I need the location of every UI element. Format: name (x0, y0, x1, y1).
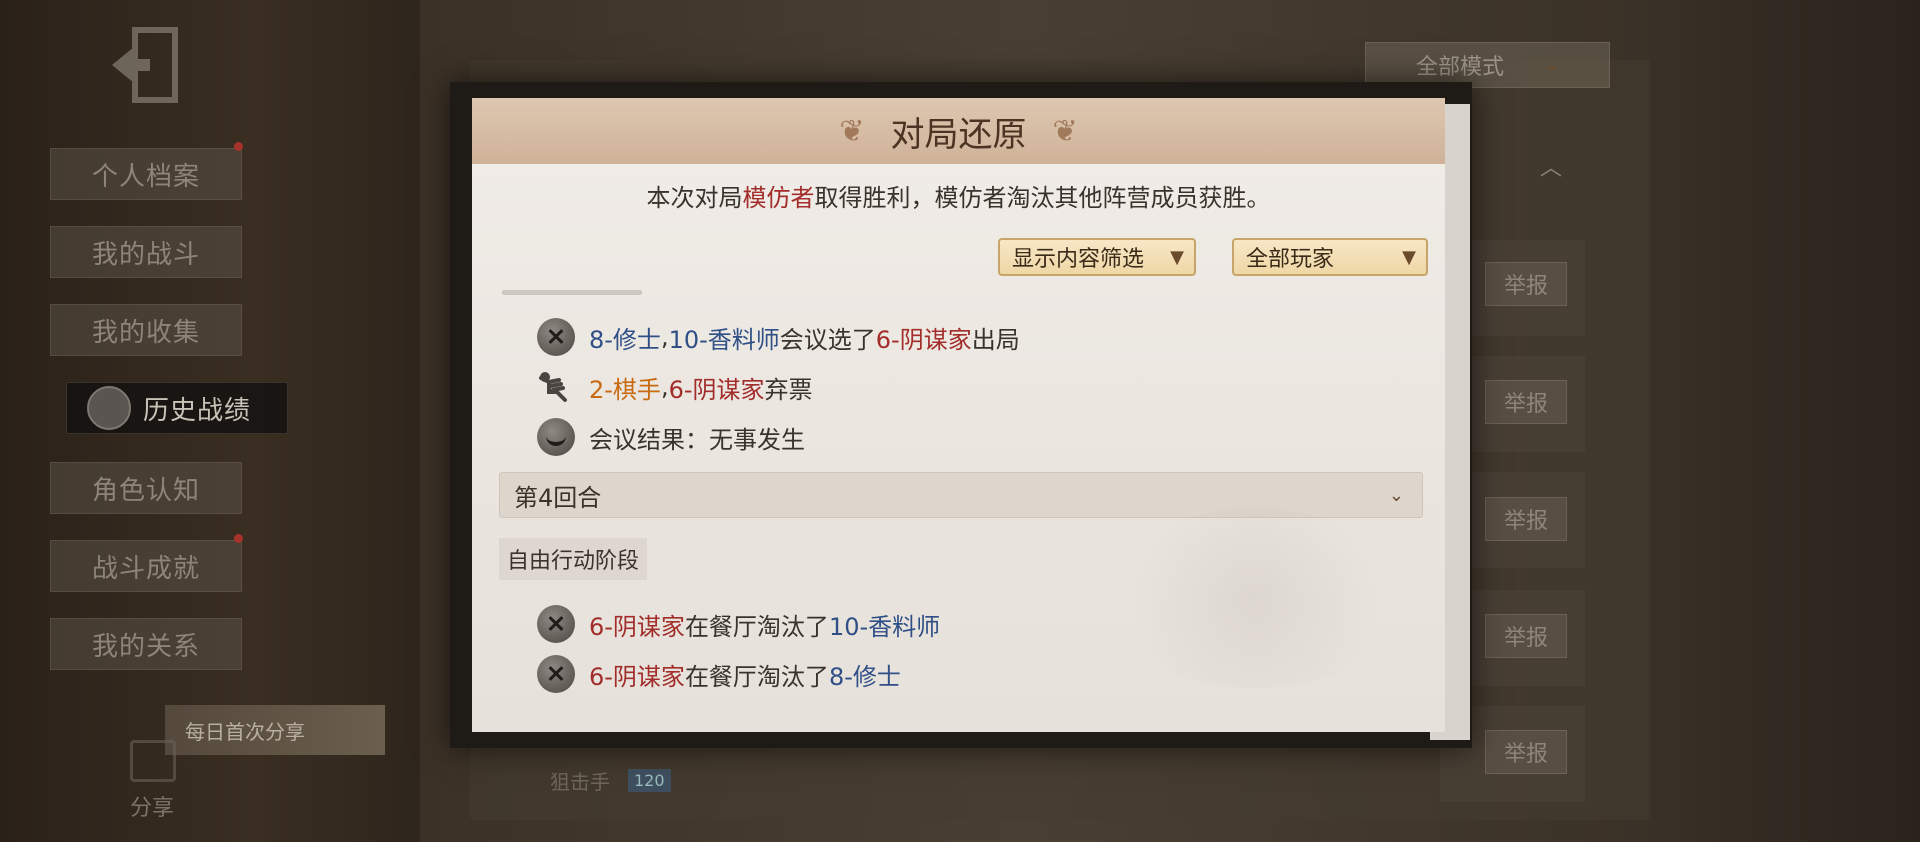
sidebar-item-relations[interactable]: 我的关系 (50, 618, 242, 670)
sidebar-item-label: 我的收集 (91, 317, 200, 348)
player-name: 10-香料师 (668, 325, 780, 354)
event-text: 出局 (971, 325, 1020, 354)
history-shield-icon (87, 386, 131, 430)
laurel-right-icon: ❦ (1052, 113, 1078, 149)
event-text: 弃票 (764, 375, 813, 404)
dead-face-icon (537, 605, 575, 643)
dialog-title: 对局还原 (890, 114, 1027, 155)
player-name: 6-阴谋家 (589, 612, 685, 641)
sidebar-item-label: 历史战绩 (143, 395, 252, 426)
report-label: 举报 (1503, 742, 1548, 767)
dialog-header: ❦ 对局还原 ❦ (472, 98, 1445, 164)
match-replay-dialog: ❦ 对局还原 ❦ 本次对局模仿者取得胜利，模仿者淘汰其他阵营成员获胜。 显示内容… (472, 98, 1445, 732)
exit-door-icon[interactable] (110, 25, 185, 105)
separator: , (660, 323, 669, 351)
chevron-down-icon: ▼ (1402, 246, 1416, 268)
phase-label-text: 自由行动阶段 (507, 549, 640, 574)
event-line: 会议结果：无事发生 (537, 418, 805, 456)
event-text: 会议选了 (779, 325, 876, 354)
player-name: 6-阴谋家 (589, 662, 685, 691)
player-name: 2-棋手 (589, 375, 661, 404)
sidebar-item-label: 我的战斗 (91, 239, 200, 270)
report-button[interactable]: 举报 (1485, 497, 1567, 541)
report-label: 举报 (1503, 626, 1548, 651)
report-label: 举报 (1503, 274, 1548, 299)
notification-dot (234, 142, 243, 151)
report-button[interactable]: 举报 (1485, 614, 1567, 658)
report-button[interactable]: 举报 (1485, 380, 1567, 424)
player-name: 10-香料师 (828, 612, 941, 641)
sidebar-item-battles[interactable]: 我的战斗 (50, 226, 242, 278)
fishbone-icon (539, 372, 567, 402)
player-name: 8-修士 (828, 662, 901, 691)
sidebar-item-role-knowledge[interactable]: 角色认知 (50, 462, 242, 514)
smile-face-icon (537, 418, 575, 456)
announce-winner: 模仿者 (742, 184, 815, 212)
report-button[interactable]: 举报 (1485, 262, 1567, 306)
sidebar-item-achievements[interactable]: 战斗成就 (50, 540, 242, 592)
announce-suffix: 取得胜利，模仿者淘汰其他阵营成员获胜。 (814, 184, 1271, 212)
separator: , (660, 373, 669, 401)
share-icon[interactable] (130, 740, 176, 782)
player-filter-label: 全部玩家 (1246, 247, 1335, 272)
decorative-flourish (1105, 508, 1405, 688)
event-line: 8-修士, 10-香料师 会议选了 6-阴谋家 出局 (537, 318, 1020, 356)
sidebar-item-profile[interactable]: 个人档案 (50, 148, 242, 200)
player-role: 狙击手 (550, 769, 610, 794)
chevron-down-icon: ⌄ (1543, 54, 1560, 76)
sidebar-item-label: 个人档案 (91, 161, 200, 192)
sidebar-item-label: 战斗成就 (91, 553, 200, 584)
daily-share-banner[interactable]: 每日首次分享 (165, 705, 385, 755)
share-label[interactable]: 分享 (130, 790, 174, 822)
phase-label: 自由行动阶段 (499, 538, 648, 580)
sidebar-item-collection[interactable]: 我的收集 (50, 304, 242, 356)
event-line: 6-阴谋家 在餐厅淘汰了 8-修士 (537, 655, 901, 693)
report-button[interactable]: 举报 (1485, 730, 1567, 774)
report-label: 举报 (1503, 509, 1548, 534)
event-text: 会议结果：无事发生 (589, 425, 805, 454)
player-name: 6-阴谋家 (668, 375, 765, 404)
dead-face-icon (537, 655, 575, 693)
chevron-up-icon[interactable]: ︿ (1540, 150, 1562, 182)
chevron-down-icon: ▼ (1170, 246, 1184, 268)
laurel-left-icon: ❦ (839, 113, 865, 149)
dead-face-icon (537, 318, 575, 356)
sidebar-item-label: 我的关系 (91, 631, 200, 662)
sidebar-item-label: 角色认知 (91, 475, 200, 506)
match-row-players: 狙击手 120 (550, 760, 880, 800)
notification-dot (234, 534, 243, 543)
chevron-down-icon: ⌄ (1388, 484, 1404, 506)
announce-prefix: 本次对局 (646, 184, 743, 212)
player-name: 8-修士 (589, 325, 661, 354)
player-tag: 120 (628, 768, 671, 792)
player-filter-dropdown[interactable]: 全部玩家 ▼ (1232, 238, 1428, 276)
event-text: 在餐厅淘汰了 (684, 662, 829, 691)
round-label: 第4回合 (514, 483, 602, 512)
event-line: 6-阴谋家 在餐厅淘汰了 10-香料师 (537, 605, 940, 643)
event-line: 2-棋手, 6-阴谋家 弃票 (537, 368, 813, 406)
sidebar-item-history[interactable]: 历史战绩 (66, 382, 288, 434)
scroll-indicator (502, 290, 642, 295)
event-text: 在餐厅淘汰了 (684, 612, 829, 641)
report-label: 举报 (1503, 392, 1548, 417)
player-name: 6-阴谋家 (875, 325, 972, 354)
result-announcement: 本次对局模仿者取得胜利，模仿者淘汰其他阵营成员获胜。 (472, 178, 1445, 213)
mode-select-value: 全部模式 (1415, 55, 1504, 80)
share-banner-label: 每日首次分享 (185, 719, 305, 744)
content-filter-label: 显示内容筛选 (1012, 247, 1145, 272)
content-filter-dropdown[interactable]: 显示内容筛选 ▼ (998, 238, 1196, 276)
